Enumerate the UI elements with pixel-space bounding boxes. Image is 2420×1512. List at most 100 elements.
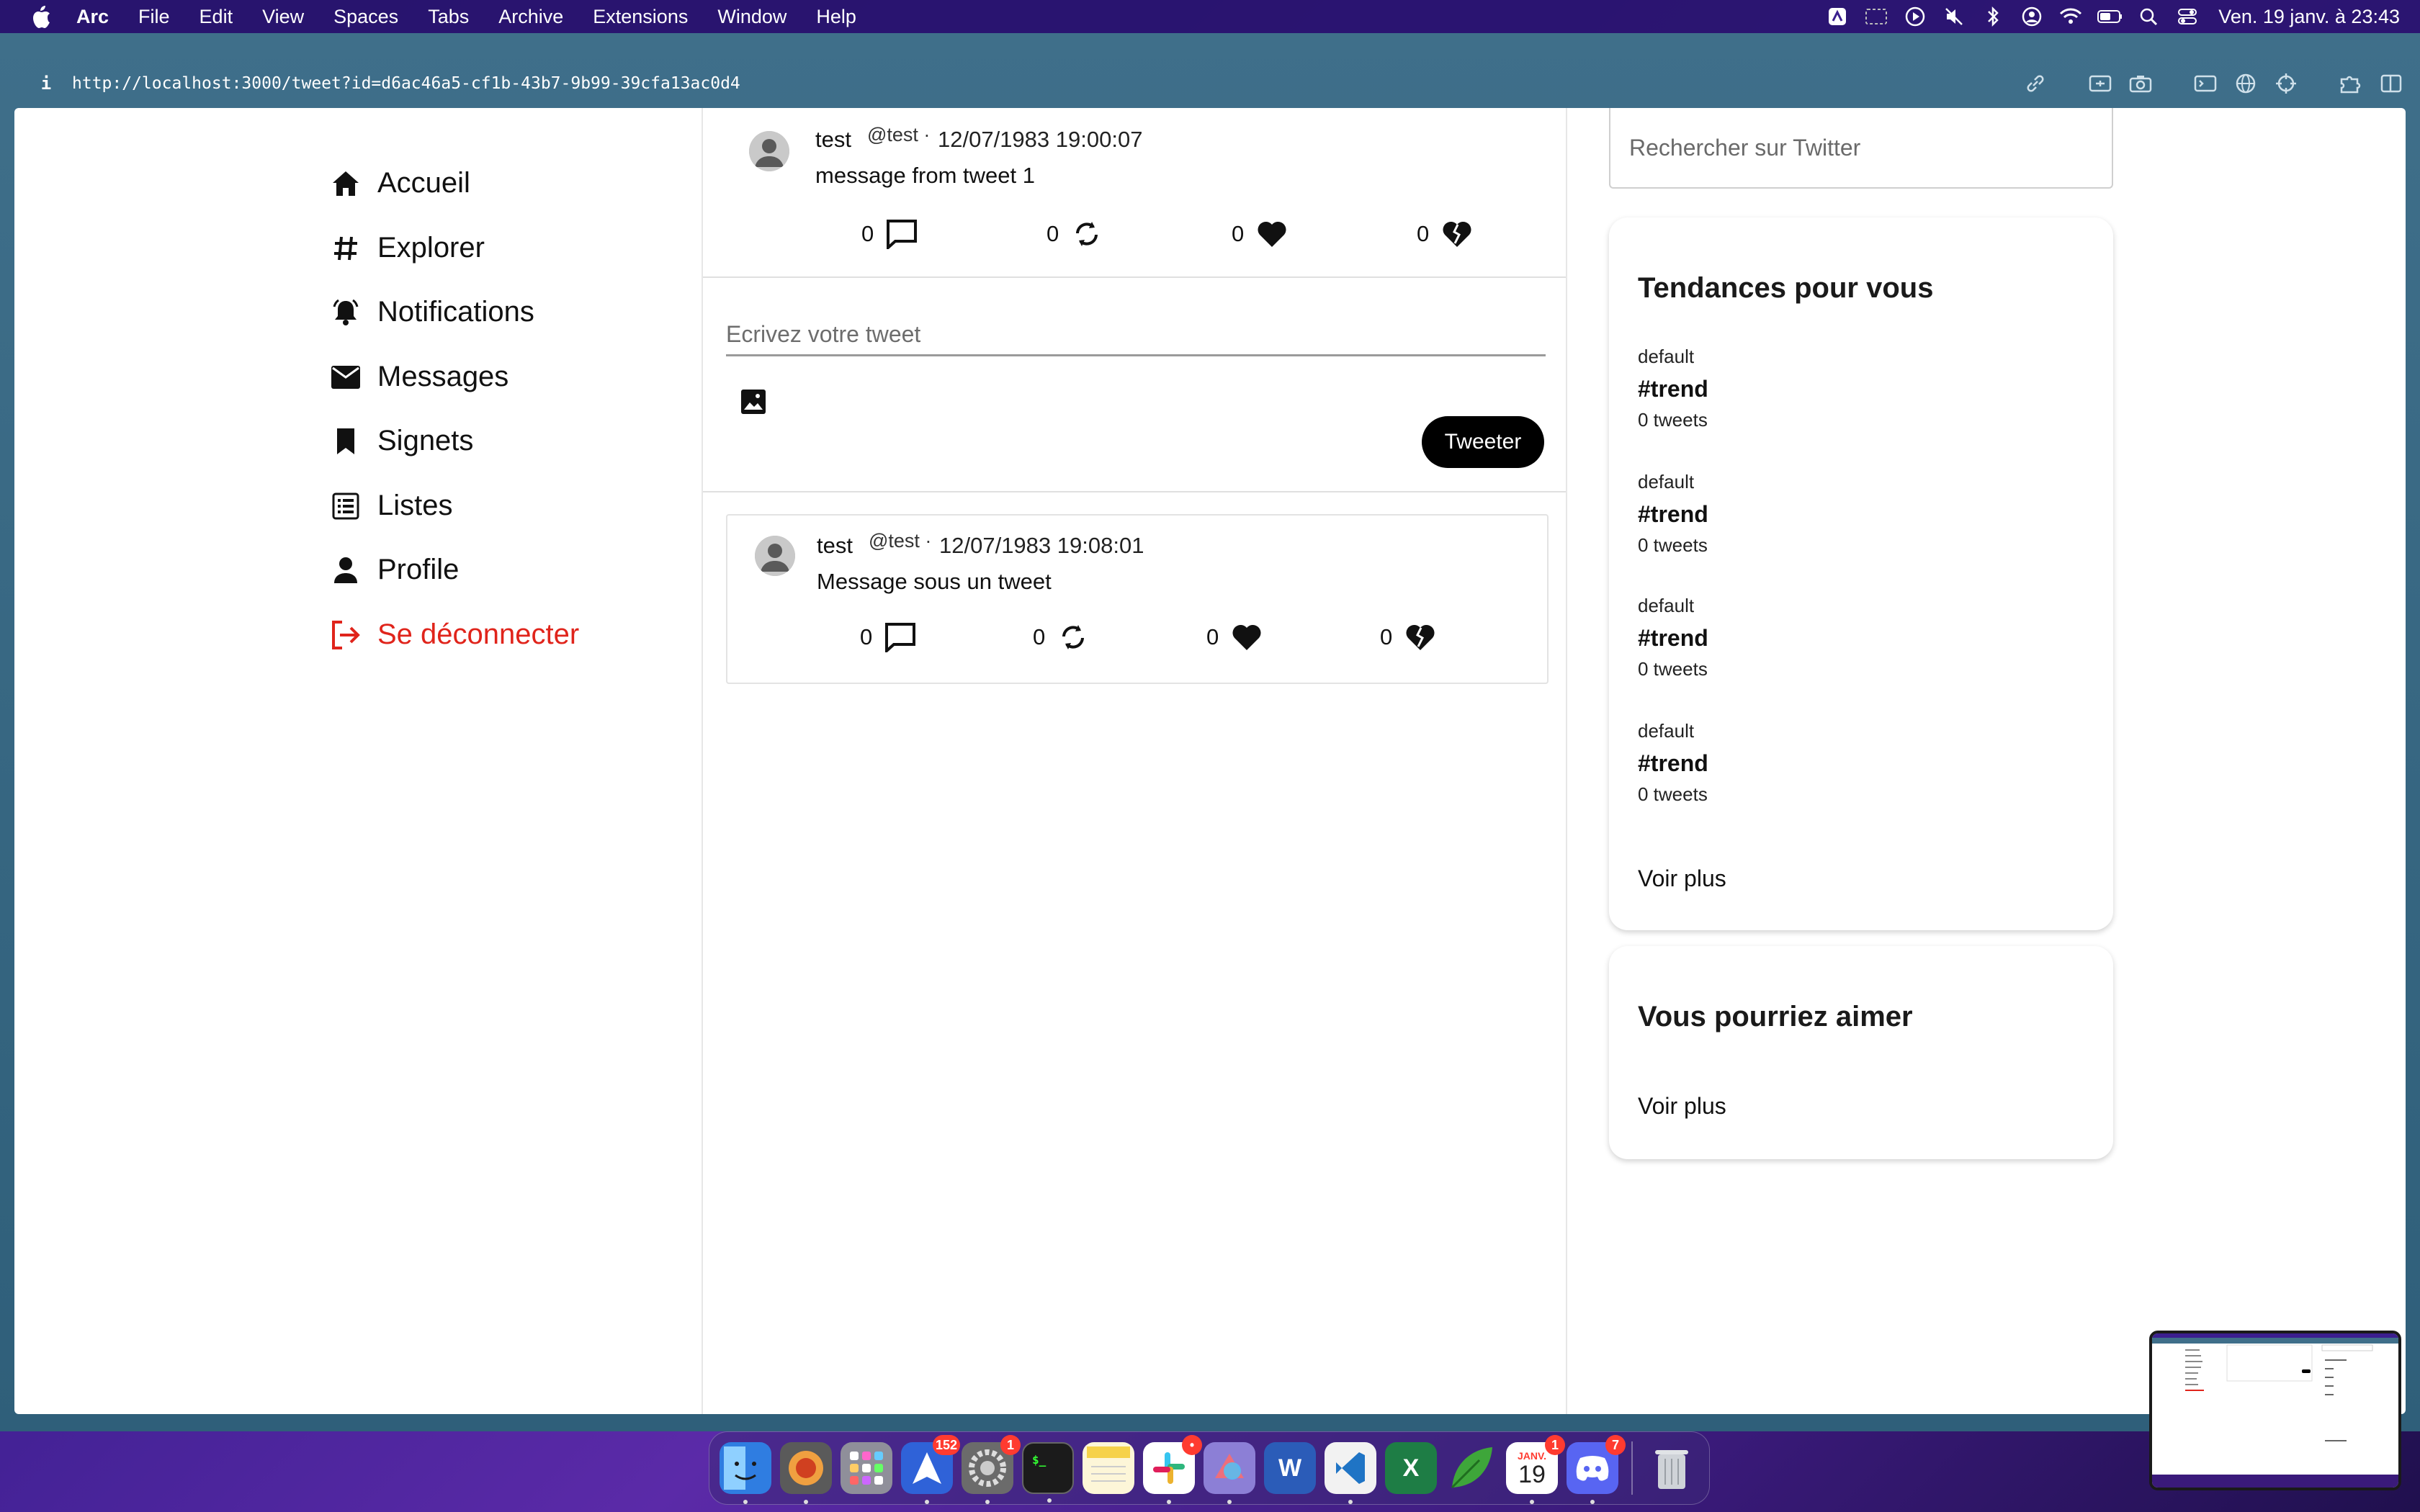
user-icon[interactable] [2020,4,2044,29]
play-icon[interactable] [1903,4,1927,29]
dock-calendar[interactable]: JANV. 19 1 [1506,1435,1565,1504]
comment-action[interactable]: 0 [861,217,918,251]
capture-icon[interactable] [2086,69,2115,98]
bluetooth-icon[interactable] [1981,4,2005,29]
broken-heart-icon[interactable] [1440,217,1474,251]
screenshot-thumbnail[interactable] [2149,1331,2401,1490]
dock-discord[interactable]: 7 [1567,1435,1626,1504]
timeline-column: test @test · 12/07/1983 19:00:07 message… [702,108,1567,1414]
trends-see-more[interactable]: Voir plus [1638,865,1726,892]
reply-author-handle[interactable]: @test · [869,530,931,552]
trend-tag[interactable]: #trend [1638,625,1708,652]
menu-file[interactable]: File [138,6,170,28]
dock-word[interactable]: W [1264,1442,1316,1494]
nav-item-accueil[interactable]: Accueil [330,167,470,199]
dock-pie[interactable] [780,1442,832,1504]
suggestions-see-more[interactable]: Voir plus [1638,1093,1726,1120]
trend-tag[interactable]: #trend [1638,376,1708,402]
nav-item-explorer[interactable]: Explorer [330,232,485,264]
menu-app-name[interactable]: Arc [76,6,109,28]
target-icon[interactable] [2272,69,2300,98]
menu-tabs[interactable]: Tabs [428,6,469,28]
web-page: Accueil Explorer Notifications Messages … [14,108,2406,1414]
avatar[interactable] [755,536,795,576]
retweet-action[interactable]: 0 [1047,217,1103,251]
nav-item-signets[interactable]: Signets [330,425,473,457]
avatar[interactable] [749,131,789,171]
menu-spaces[interactable]: Spaces [333,6,398,28]
dock-vscode[interactable] [1325,1442,1376,1504]
dock-system-settings[interactable]: 1 [962,1435,1021,1504]
menu-clock[interactable]: Ven. 19 janv. à 23:43 [2218,6,2400,28]
heart-icon[interactable] [1255,217,1289,251]
nav-item-listes[interactable]: Listes [330,490,453,522]
wifi-icon[interactable] [2058,4,2083,29]
apple-icon[interactable] [27,3,55,30]
mute-icon[interactable] [1942,4,1966,29]
address-bar[interactable]: i http://localhost:3000/tweet?id=d6ac46a… [14,62,2406,105]
dislike-action[interactable]: 0 [1380,621,1437,654]
dock-notes[interactable] [1083,1442,1134,1494]
reply-author-name[interactable]: test [817,533,853,559]
camera-icon[interactable] [2126,69,2155,98]
extensions-icon[interactable] [2336,69,2365,98]
dock-figma[interactable] [1204,1442,1255,1504]
screen-icon[interactable] [1864,4,1888,29]
dock-finder[interactable] [720,1442,771,1504]
dock-excel[interactable]: X [1385,1442,1437,1494]
link-icon[interactable] [2021,69,2050,98]
dock-terminal[interactable]: $_ [1022,1442,1074,1503]
comment-icon[interactable] [884,621,917,654]
dock-launchpad[interactable] [841,1442,892,1494]
search-input[interactable] [1629,130,2090,166]
reply-tweet[interactable]: test @test · 12/07/1983 19:08:01 Message… [726,514,1549,684]
retweet-icon[interactable] [1057,621,1090,654]
sidebar-toggle-icon[interactable] [2377,69,2406,98]
trend-tag[interactable]: #trend [1638,750,1708,777]
like-action[interactable]: 0 [1206,621,1263,654]
retweet-icon[interactable] [1070,217,1103,251]
nav-item-profile[interactable]: Profile [330,554,459,586]
dock-slack[interactable]: • [1143,1435,1202,1504]
tweet-author-handle[interactable]: @test · [867,124,930,146]
menu-extensions[interactable]: Extensions [593,6,688,28]
dock-leaf[interactable] [1446,1442,1497,1494]
menu-view[interactable]: View [262,6,304,28]
dock-direct-mail[interactable]: 152 [901,1435,960,1504]
broken-heart-icon[interactable] [1404,621,1437,654]
control-center-icon[interactable] [2175,4,2200,29]
terminal-icon[interactable] [2191,69,2220,98]
tweet-button[interactable]: Tweeter [1422,416,1544,468]
arc-icon[interactable] [1825,4,1850,29]
menu-edit[interactable]: Edit [200,6,233,28]
menu-window[interactable]: Window [717,6,786,28]
site-info-icon[interactable]: i [32,73,60,94]
nav-item-notifications[interactable]: Notifications [330,296,534,328]
comment-action[interactable]: 0 [860,621,917,654]
notification-badge: 1 [1000,1435,1021,1455]
tweet-main[interactable]: test @test · 12/07/1983 19:00:07 message… [703,108,1566,278]
search-icon[interactable] [2136,4,2161,29]
url-text[interactable]: http://localhost:3000/tweet?id=d6ac46a5-… [72,74,740,93]
reply-date: 12/07/1983 19:08:01 [939,533,1144,558]
globe-icon[interactable] [2231,69,2260,98]
battery-icon[interactable] [2097,4,2123,29]
tweet-input[interactable] [726,314,1546,356]
comment-icon[interactable] [885,217,918,251]
trend-count: 0 tweets [1638,783,1708,805]
nav-label: Explorer [377,232,485,264]
trend-tag[interactable]: #trend [1638,501,1708,528]
dock-trash[interactable] [1646,1442,1698,1494]
tweet-author-name[interactable]: test [815,127,851,153]
menu-help[interactable]: Help [816,6,856,28]
image-upload-icon[interactable] [738,386,769,418]
retweet-action[interactable]: 0 [1033,621,1090,654]
mail-icon [330,361,362,393]
svg-text:$_: $_ [1032,1453,1047,1467]
dislike-action[interactable]: 0 [1417,217,1474,251]
like-action[interactable]: 0 [1232,217,1289,251]
nav-item-logout[interactable]: Se déconnecter [330,618,579,651]
heart-icon[interactable] [1230,621,1263,654]
nav-item-messages[interactable]: Messages [330,361,508,393]
menu-archive[interactable]: Archive [498,6,563,28]
